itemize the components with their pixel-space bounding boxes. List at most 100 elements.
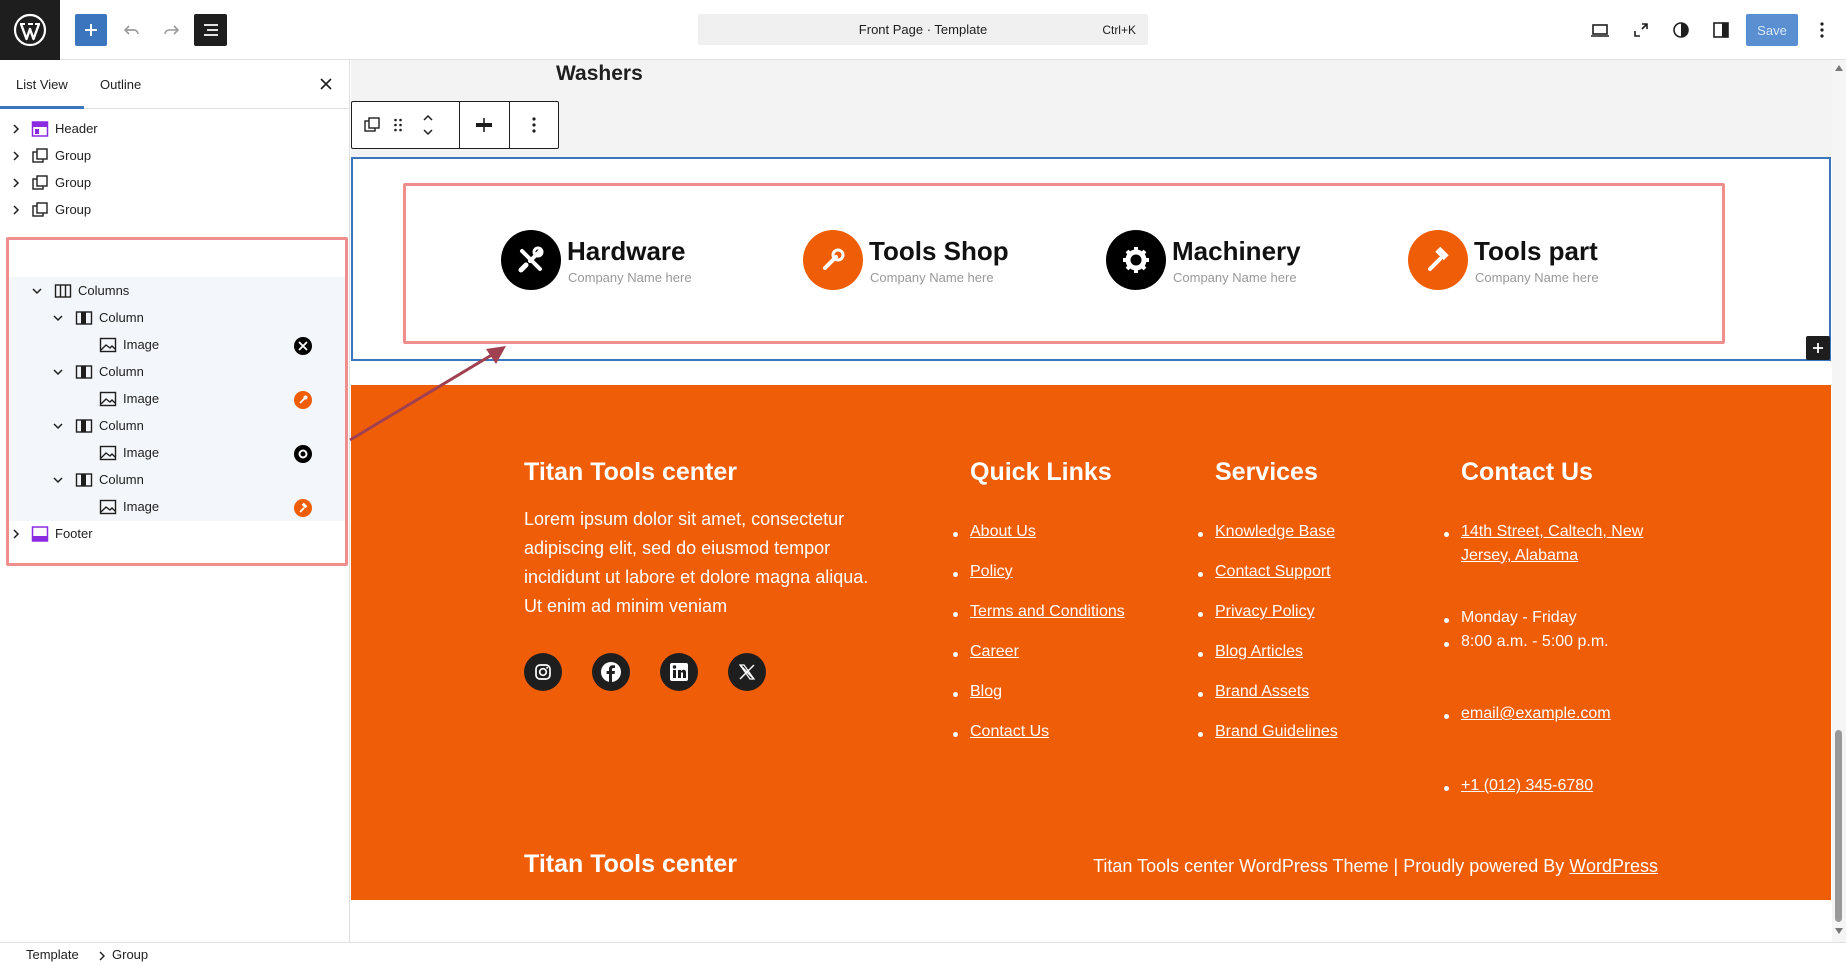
chevron-right-icon[interactable] [9,203,23,217]
scroll-up-icon[interactable] [1835,65,1843,71]
footer-bottom-title: Titan Tools center [524,850,738,878]
block-options-button[interactable] [510,102,558,148]
footer-link-knowledge-base[interactable]: Knowledge Base [1215,523,1335,541]
footer-link-career[interactable]: Career [970,643,1019,661]
document-overview-button[interactable] [194,14,227,46]
styles-button[interactable] [1663,12,1699,48]
footer-link-brand-guidelines[interactable]: Brand Guidelines [1215,723,1338,741]
move-up-down-buttons[interactable] [414,102,442,148]
annotation-arrow [349,346,506,442]
close-panel-button[interactable] [316,74,336,94]
facebook-icon[interactable] [592,653,630,691]
editor-canvas: Washers Hardware Company Name here Tools… [351,60,1832,942]
quick-links-title: Quick Links [970,458,1112,486]
document-title: Front Page · Template [858,22,988,37]
site-footer: Titan Tools center Lorem ipsum dolor sit… [351,385,1831,900]
section-heading[interactable]: Washers [556,62,643,86]
footer-link-policy[interactable]: Policy [970,563,1013,581]
hammer-icon [1408,230,1468,290]
tree-item-group[interactable]: Group [8,196,346,224]
wordpress-icon [13,13,47,47]
list-bullet [1198,692,1203,697]
list-bullet [1198,532,1203,537]
list-bullet [953,732,958,737]
list-bullet [1444,532,1449,537]
tree-item-label: Group [55,202,92,217]
tab-list-view[interactable]: List View [16,77,68,92]
chevron-down-icon[interactable] [9,310,23,324]
save-button[interactable]: Save [1746,14,1798,46]
add-block-button[interactable] [1806,336,1830,360]
template-part-icon [31,121,49,137]
footer-link-privacy-policy[interactable]: Privacy Policy [1215,603,1315,621]
more-vertical-icon [532,117,536,133]
block-toolbar [351,101,559,149]
list-bullet [1444,786,1449,791]
list-bullet [1198,572,1203,577]
options-button[interactable] [1804,12,1840,48]
undo-button[interactable] [114,12,150,48]
services-title: Services [1215,458,1318,486]
category-subtitle: Company Name here [1173,270,1297,285]
add-block-toggle-button[interactable] [75,14,107,46]
footer-link-contact-us[interactable]: Contact Us [970,723,1049,741]
footer-link-about-us[interactable]: About Us [970,523,1036,541]
drag-handle-icon [394,118,402,132]
drag-handle[interactable] [388,102,408,148]
previous-section: Washers [351,60,1832,157]
footer-link-terms[interactable]: Terms and Conditions [970,603,1125,621]
redo-button[interactable] [153,12,189,48]
more-vertical-icon[interactable] [324,308,338,326]
category-title: Tools part [1474,236,1598,266]
block-type-button[interactable] [360,102,384,148]
scroll-down-icon[interactable] [1835,928,1843,934]
breadcrumb-template[interactable]: Template [26,947,79,962]
footer-link-contact-support[interactable]: Contact Support [1215,563,1331,581]
tab-outline[interactable]: Outline [100,77,141,92]
tree-item-header[interactable]: Header [8,115,346,143]
x-icon[interactable] [728,653,766,691]
tree-item-group[interactable]: Group [8,142,346,170]
command-palette-bar[interactable]: Front Page · Template Ctrl+K [698,14,1148,45]
footer-link-blog-articles[interactable]: Blog Articles [1215,643,1303,661]
footer-link-brand-assets[interactable]: Brand Assets [1215,683,1309,701]
canvas-scrollbar[interactable] [1832,60,1846,942]
tree-item-group-selected[interactable]: Group [8,303,346,331]
chevron-right-icon[interactable] [9,149,23,163]
device-preview-button[interactable] [1582,12,1618,48]
list-bullet [953,612,958,617]
wordpress-logo-button[interactable] [0,0,60,60]
list-view-panel: List View Outline Header Group Group Gro… [0,60,350,942]
settings-sidebar-button[interactable] [1703,12,1739,48]
tree-item-label: Header [55,121,98,136]
category-subtitle: Company Name here [870,270,994,285]
group-icon [32,309,48,324]
contact-hours-line1: Monday - Friday [1461,609,1577,626]
list-bullet [953,532,958,537]
breadcrumb-group[interactable]: Group [112,947,148,962]
desktop-icon [1591,24,1609,37]
selected-group-block[interactable]: Hardware Company Name here Tools Shop Co… [351,157,1831,361]
linkedin-icon[interactable] [660,653,698,691]
tree-item-group[interactable]: Group [8,169,346,197]
chevron-right-icon[interactable] [9,176,23,190]
contact-email-link[interactable]: email@example.com [1461,705,1611,723]
footer-link-blog[interactable]: Blog [970,683,1002,701]
justify-button[interactable] [460,102,508,148]
chevron-right-icon[interactable] [9,122,23,136]
gear-icon [1106,230,1166,290]
footer-credit-text: Titan Tools center WordPress Theme | Pro… [1093,856,1570,876]
scroll-thumb[interactable] [1835,730,1842,922]
contact-address-line1[interactable]: 14th Street, Caltech, New [1461,523,1643,541]
contact-title: Contact Us [1461,458,1593,486]
wordpress-link[interactable]: WordPress [1569,856,1658,876]
contact-phone-link[interactable]: +1 (012) 345-6780 [1461,777,1593,795]
footer-about-title: Titan Tools center [524,458,738,486]
fullscreen-button[interactable] [1623,12,1659,48]
contact-address-line2[interactable]: Jersey, Alabama [1461,547,1578,565]
close-icon [320,78,332,90]
undo-icon [123,25,139,35]
panel-tabs: List View Outline [0,60,350,109]
instagram-icon[interactable] [524,653,562,691]
list-view-icon [203,24,218,36]
